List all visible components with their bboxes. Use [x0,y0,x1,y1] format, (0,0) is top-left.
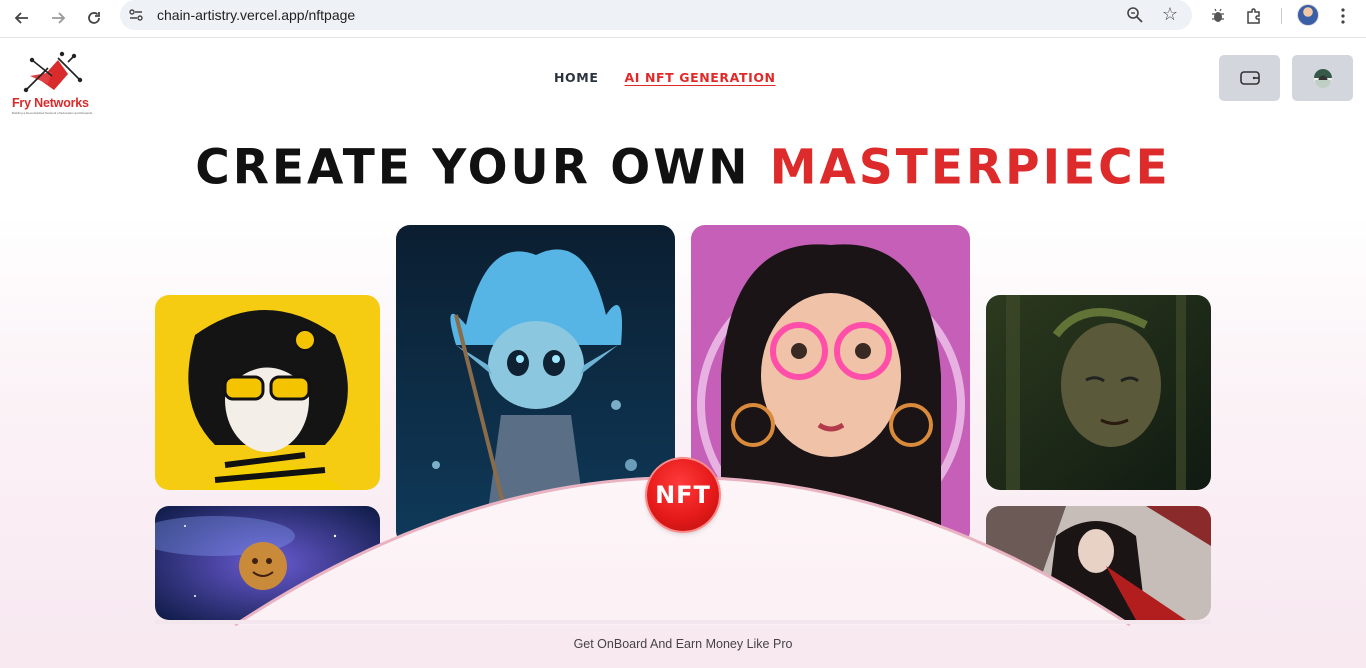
bookmark-star-icon[interactable]: ☆ [1162,4,1178,25]
planet-art[interactable] [155,506,380,620]
nft-badge: NFT [647,459,719,531]
forward-arrow-icon[interactable] [44,4,72,32]
brand-name: Fry Networks [12,96,89,110]
yellow-glasses-girl-art[interactable] [155,295,380,490]
nav-home-link[interactable]: HOME [554,70,598,85]
samurai-woman-art[interactable] [986,506,1211,620]
hero-title: CREATE YOUR OWN MASTERPIECE [0,139,1366,195]
hero-tagline: Get OnBoard And Earn Money Like Pro [573,637,793,651]
user-avatar [1313,69,1332,88]
main-nav: HOME AI NFT GENERATION [554,70,776,85]
zoom-icon[interactable] [1126,6,1144,24]
kebab-menu-icon[interactable] [1332,5,1354,27]
nav-ai-nft-link[interactable]: AI NFT GENERATION [624,70,775,85]
logo-drone-icon [23,51,83,93]
puzzle-extensions-icon[interactable] [1243,5,1265,27]
wallet-icon [1239,71,1260,85]
address-bar[interactable]: chain-artistry.vercel.app/nftpage ☆ [120,0,1192,30]
toolbar-divider [1281,8,1282,24]
bug-extension-icon[interactable] [1207,5,1229,27]
brand-tagline: Building a Decentralized Network of Educ… [12,111,93,115]
url-text: chain-artistry.vercel.app/nftpage [157,7,356,23]
browser-toolbar: chain-artistry.vercel.app/nftpage ☆ [0,0,1366,38]
site-settings-icon[interactable] [128,7,144,23]
user-avatar-button[interactable] [1292,55,1353,101]
fry-networks-logo[interactable]: Fry Networks Building a Decentralized Ne… [12,50,96,116]
wallet-button[interactable] [1219,55,1280,101]
hero-title-accent: MASTERPIECE [769,139,1171,196]
back-arrow-icon[interactable] [8,4,36,32]
reload-icon[interactable] [80,4,108,32]
blue-water-creature-art[interactable] [396,225,675,545]
forest-face-art[interactable] [986,295,1211,490]
profile-avatar[interactable] [1297,4,1319,26]
hero-title-part1: CREATE YOUR OWN [195,139,770,196]
pink-glasses-girl-art[interactable] [691,225,970,545]
